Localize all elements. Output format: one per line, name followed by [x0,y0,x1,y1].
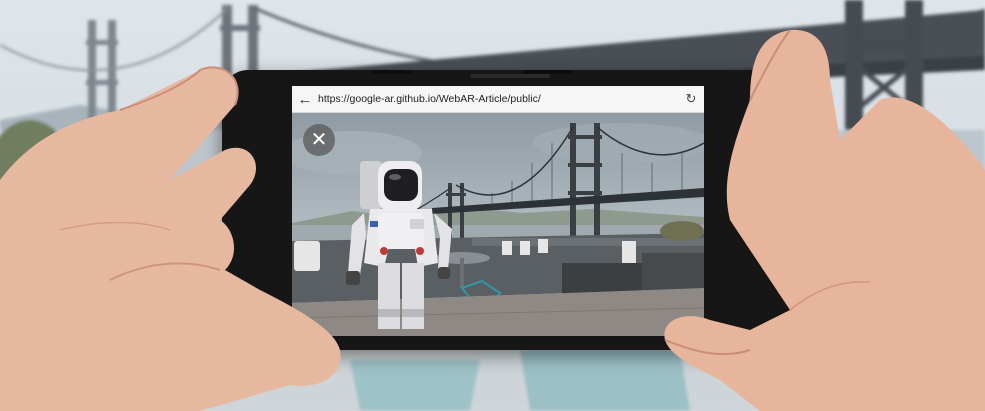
left-hand [0,30,360,411]
photo-scene: ■ ● ◀ ← https://google-ar.github.io/WebA… [0,0,985,411]
right-hand [640,20,985,411]
phone-power-button [522,70,572,74]
url-text[interactable]: https://google-ar.github.io/WebAR-Articl… [318,93,678,105]
phone-volume-button [372,70,412,74]
phone-earpiece [470,74,550,78]
